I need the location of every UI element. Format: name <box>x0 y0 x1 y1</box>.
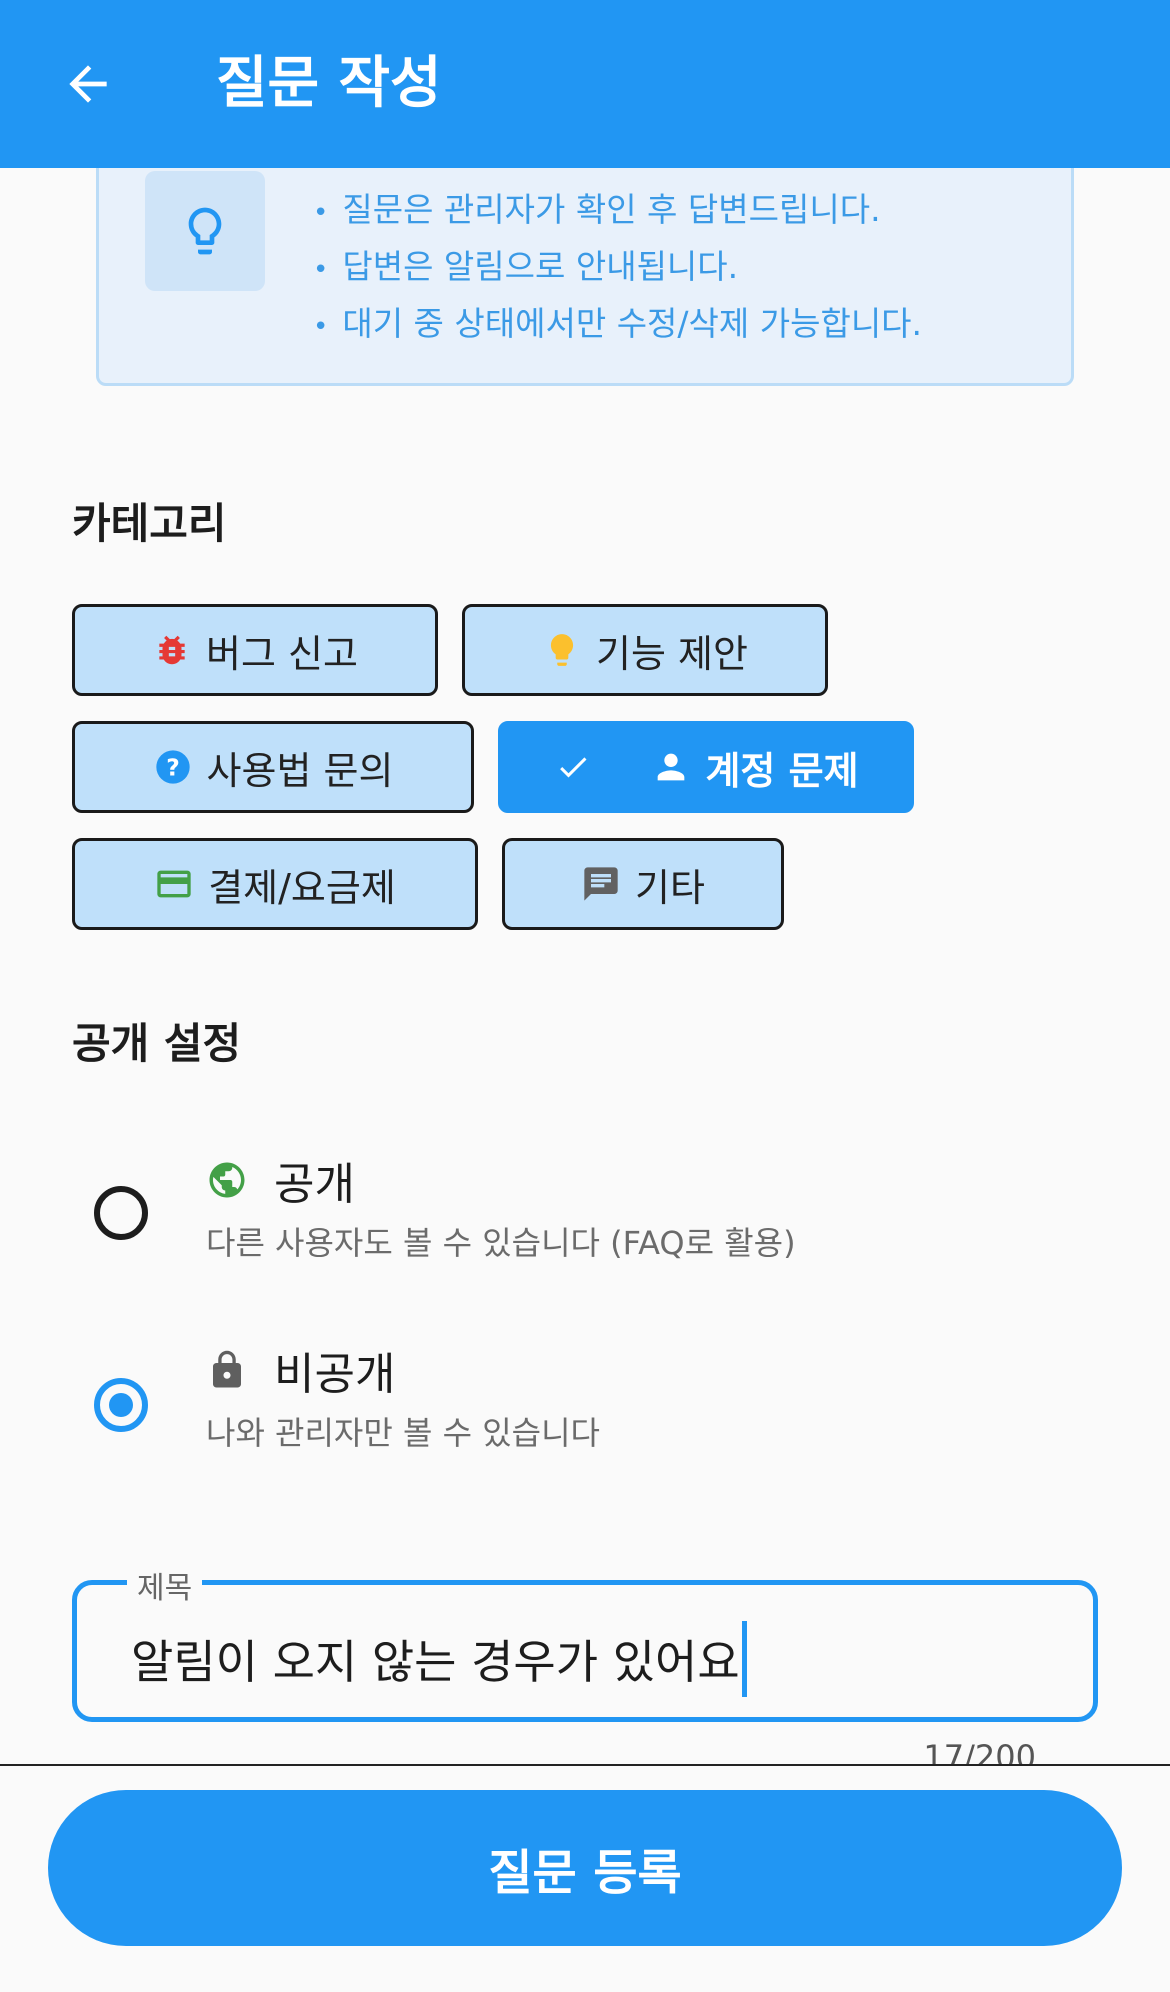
check-icon <box>553 747 593 787</box>
title-field-label: 제목 <box>127 1563 203 1607</box>
chip-label: 사용법 문의 <box>206 748 394 793</box>
bottom-bar: 질문 등록 <box>0 1764 1170 1992</box>
chip-label: 계정 문제 <box>705 748 859 793</box>
bug-icon <box>152 630 192 670</box>
radio-title-label: 공개 <box>274 1159 355 1210</box>
back-button[interactable] <box>52 48 124 120</box>
submit-question-button[interactable]: 질문 등록 <box>48 1790 1122 1946</box>
info-box: 질문은 관리자가 확인 후 답변드립니다. 답변은 알림으로 안내됩니다. 대기… <box>96 168 1074 386</box>
radio-button-private[interactable] <box>94 1378 148 1432</box>
text-cursor <box>741 1621 747 1697</box>
chip-account-issue[interactable]: 계정 문제 <box>498 721 914 813</box>
chip-label: 기타 <box>635 865 705 910</box>
visibility-label: 공개 설정 <box>72 1019 242 1068</box>
lightbulb-icon <box>542 630 582 670</box>
chip-label: 기능 제안 <box>596 631 748 676</box>
radio-private[interactable]: 비공개 나와 관리자만 볼 수 있습니다 <box>0 1338 1170 1488</box>
info-bulb-badge <box>145 171 265 291</box>
person-icon <box>651 747 691 787</box>
chip-usage-question[interactable]: ? 사용법 문의 <box>72 721 474 813</box>
radio-button-public[interactable] <box>94 1186 148 1240</box>
radio-subtitle: 나와 관리자만 볼 수 있습니다 <box>206 1414 600 1452</box>
radio-title-public: 공개 <box>206 1148 355 1212</box>
info-line: 답변은 알림으로 안내됩니다. <box>313 240 922 297</box>
radio-subtitle: 다른 사용자도 볼 수 있습니다 (FAQ로 활용) <box>206 1224 796 1262</box>
radio-title-label: 비공개 <box>274 1349 396 1400</box>
svg-text:?: ? <box>166 753 180 781</box>
lightbulb-icon <box>188 207 222 255</box>
arrow-back-icon <box>69 65 107 103</box>
form-scroll-area[interactable]: 질문은 관리자가 확인 후 답변드립니다. 답변은 알림으로 안내됩니다. 대기… <box>0 168 1170 1764</box>
chip-bug-report[interactable]: 버그 신고 <box>72 604 438 696</box>
chip-feature-suggestion[interactable]: 기능 제안 <box>462 604 828 696</box>
radio-public[interactable]: 공개 다른 사용자도 볼 수 있습니다 (FAQ로 활용) <box>0 1148 1170 1298</box>
chip-other[interactable]: 기타 <box>502 838 784 930</box>
title-input[interactable]: 알림이 오지 않는 경우가 있어요 <box>131 1621 747 1697</box>
globe-icon <box>209 1162 245 1198</box>
info-list: 질문은 관리자가 확인 후 답변드립니다. 답변은 알림으로 안내됩니다. 대기… <box>313 183 922 354</box>
chip-label: 결제/요금제 <box>208 865 396 910</box>
title-input-value: 알림이 오지 않는 경우가 있어요 <box>131 1635 740 1689</box>
chip-label: 버그 신고 <box>206 631 358 676</box>
credit-card-icon <box>154 864 194 904</box>
page-title: 질문 작성 <box>216 51 442 116</box>
help-icon: ? <box>153 747 193 787</box>
lock-icon <box>213 1350 241 1388</box>
title-field[interactable]: 제목 알림이 오지 않는 경우가 있어요 <box>72 1563 1098 1722</box>
chat-icon <box>581 864 621 904</box>
info-line: 질문은 관리자가 확인 후 답변드립니다. <box>313 183 922 240</box>
chip-payment-plan[interactable]: 결제/요금제 <box>72 838 478 930</box>
radio-title-private: 비공개 <box>206 1338 395 1402</box>
info-line: 대기 중 상태에서만 수정/삭제 가능합니다. <box>313 297 922 354</box>
category-label: 카테고리 <box>72 499 227 548</box>
app-bar: 질문 작성 <box>0 0 1170 168</box>
